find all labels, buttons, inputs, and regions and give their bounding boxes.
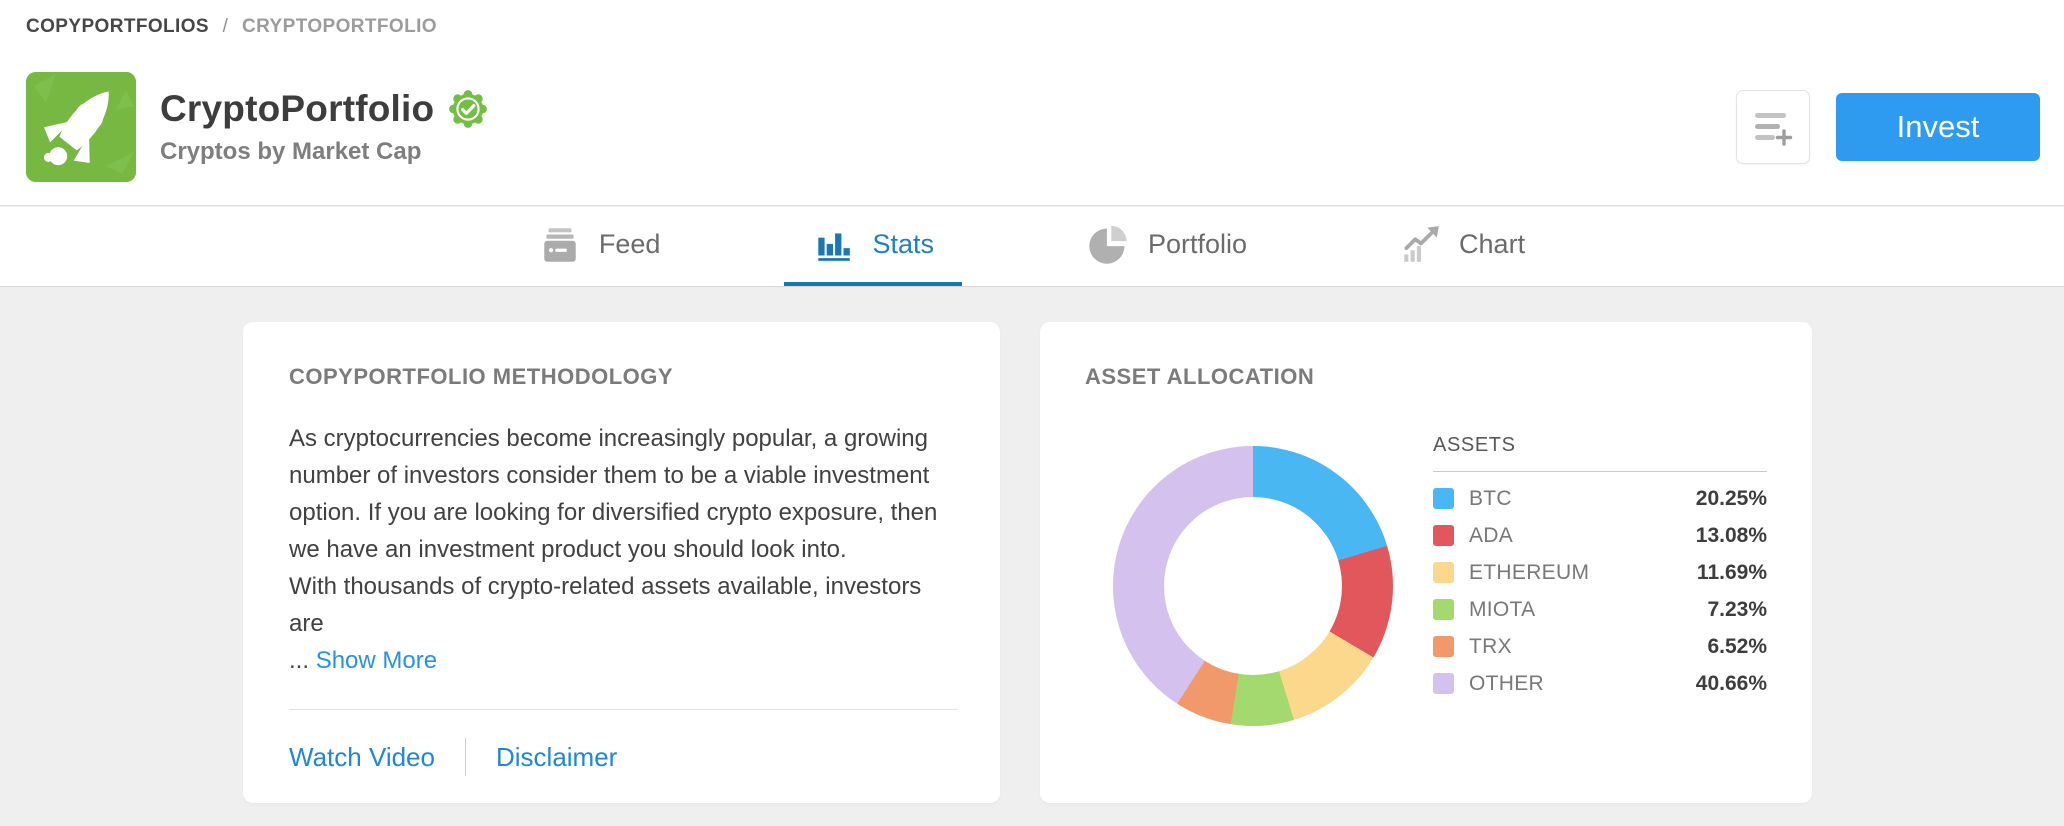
tab-bar: Feed Stats Portfolio Chart [0,207,2064,287]
add-to-watchlist-button[interactable] [1736,90,1810,164]
methodology-paragraph-1: As cryptocurrencies become increasingly … [289,425,938,563]
tab-portfolio[interactable]: Portfolio [1058,207,1275,286]
ethereum-swatch [1433,562,1454,583]
legend-row-btc: BTC 20.25% [1433,480,1767,517]
trx-label: TRX [1469,634,1512,658]
ethereum-label: ETHEREUM [1469,560,1590,584]
add-to-list-icon [1755,113,1793,146]
portfolio-header-row: B CryptoPortfolio Cryptos by Market Cap … [26,72,2040,182]
miota-label: MIOTA [1469,597,1536,621]
allocation-heading: ASSET ALLOCATION [1085,364,1315,389]
tab-chart[interactable]: Chart [1371,207,1553,286]
legend-row-miota: MIOTA 7.23% [1433,591,1767,628]
stats-content: COPYPORTFOLIO METHODOLOGY As cryptocurre… [0,288,2064,826]
btc-swatch [1433,488,1454,509]
tab-portfolio-label: Portfolio [1147,229,1248,259]
other-label: OTHER [1469,671,1544,695]
assets-legend: ASSETS BTC 20.25% ADA 13.08% ETHEREUM 11… [1433,434,1767,726]
disclaimer-link[interactable]: Disclaimer [496,742,617,773]
legend-row-ada: ADA 13.08% [1433,517,1767,554]
ada-swatch [1433,525,1454,546]
legend-row-ethereum: ETHEREUM 11.69% [1433,554,1767,591]
breadcrumb-current: CRYPTOPORTFOLIO [242,16,437,37]
page-subtitle: Cryptos by Market Cap [160,138,422,165]
portfolio-titles: CryptoPortfolio Cryptos by Market Cap [160,88,488,166]
asset-allocation-donut-chart [1113,446,1393,726]
trx-value: 6.52% [1707,634,1767,658]
tab-feed-label: Feed [598,229,661,259]
tab-stats[interactable]: Stats [784,207,962,286]
ada-label: ADA [1469,523,1514,547]
copyportfolio-page: COPYPORTFOLIOS / CRYPTOPORTFOLIO B Crypt… [0,0,2064,826]
methodology-text: As cryptocurrencies become increasingly … [289,420,958,679]
donut-hole [1164,497,1342,675]
chart-icon [1404,225,1439,262]
other-swatch [1433,673,1454,694]
other-value: 40.66% [1695,671,1767,695]
ethereum-value: 11.69% [1696,560,1767,584]
legend-row-trx: TRX 6.52% [1433,628,1767,665]
show-more-link[interactable]: Show More [316,647,437,674]
legend-header: ASSETS [1433,434,1767,472]
methodology-paragraph-2: With thousands of crypto-related assets … [289,573,922,637]
portfolio-icon [1089,225,1127,264]
page-title: CryptoPortfolio [160,88,435,129]
header: COPYPORTFOLIOS / CRYPTOPORTFOLIO B Crypt… [0,0,2064,206]
ada-value: 13.08% [1695,523,1767,547]
legend-rows: BTC 20.25% ADA 13.08% ETHEREUM 11.69% MI… [1433,480,1767,702]
rocket-icon: B [26,72,136,182]
breadcrumb-separator: / [222,16,229,37]
miota-swatch [1433,599,1454,620]
miota-value: 7.23% [1707,597,1767,621]
breadcrumb: COPYPORTFOLIOS / CRYPTOPORTFOLIO [0,0,2064,38]
methodology-links: Watch Video Disclaimer [289,738,958,776]
methodology-card: COPYPORTFOLIO METHODOLOGY As cryptocurre… [243,322,1000,803]
asset-allocation-card: ASSET ALLOCATION ASSETS BTC 20.25% ADA 1… [1040,322,1812,803]
tab-chart-label: Chart [1459,229,1526,259]
header-actions: Invest [1736,90,2040,164]
portfolio-logo: B [26,72,136,182]
ellipsis-text: ... [289,647,310,674]
btc-label: BTC [1469,486,1512,510]
stats-icon [818,232,851,261]
allocation-body: ASSETS BTC 20.25% ADA 13.08% ETHEREUM 11… [1085,434,1767,726]
legend-row-other: OTHER 40.66% [1433,665,1767,702]
trx-swatch [1433,636,1454,657]
feed-icon [544,227,576,262]
breadcrumb-copyportfolios-link[interactable]: COPYPORTFOLIOS [26,16,209,37]
btc-value: 20.25% [1695,486,1767,510]
watch-video-link[interactable]: Watch Video [289,742,435,773]
methodology-heading: COPYPORTFOLIO METHODOLOGY [289,364,674,389]
invest-button[interactable]: Invest [1836,93,2040,161]
tab-feed[interactable]: Feed [511,207,689,286]
link-divider [464,738,466,776]
card-divider [289,709,958,710]
tab-stats-label: Stats [872,229,934,259]
verified-badge-icon [449,90,488,128]
